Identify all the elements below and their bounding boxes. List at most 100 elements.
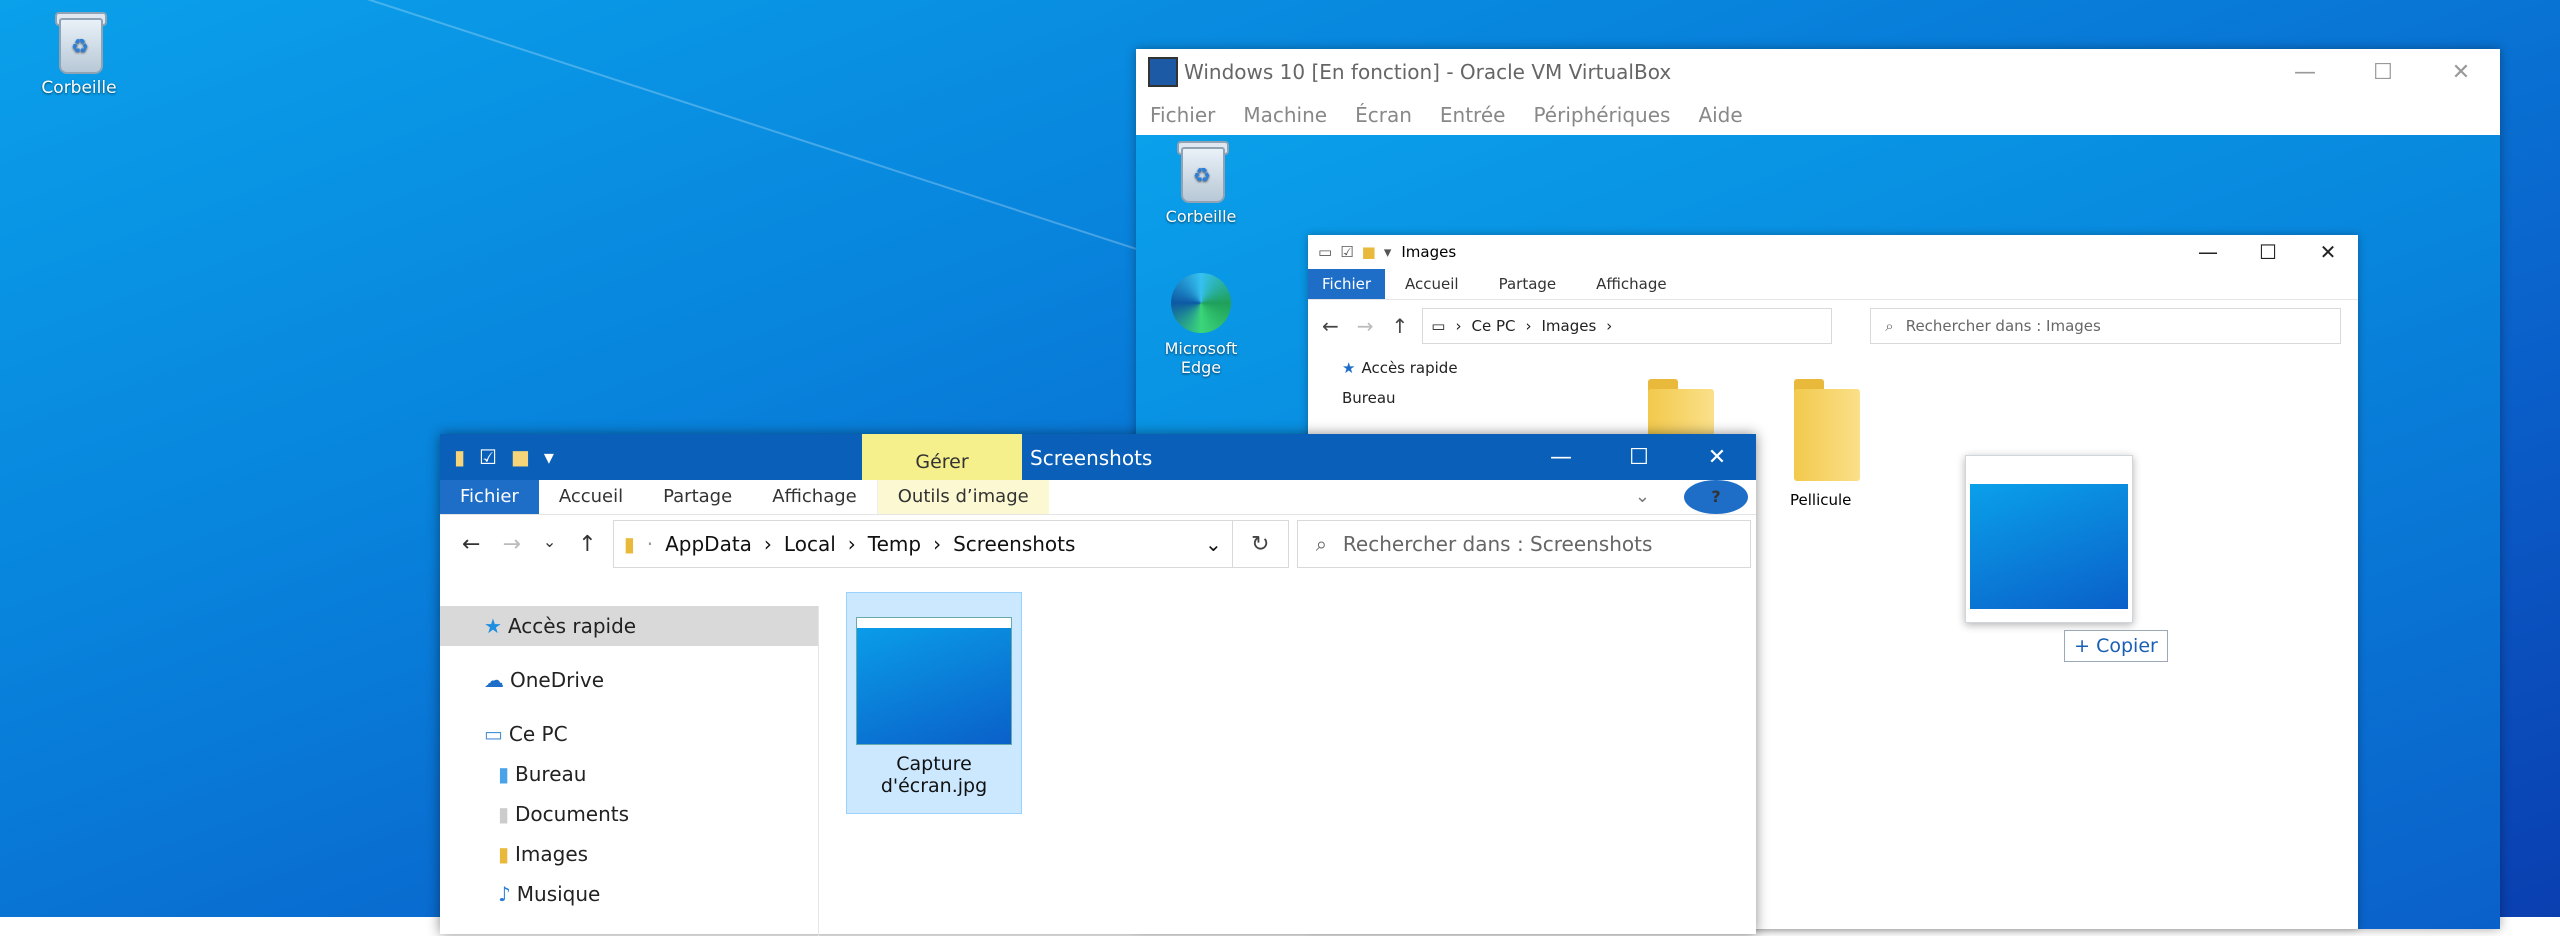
tab-fichier[interactable]: Fichier — [440, 480, 539, 514]
front-path[interactable]: ▮ · AppData › Local › Temp › Screenshots ⌄ — [612, 520, 1233, 568]
refresh-button[interactable]: ↻ — [1232, 520, 1289, 568]
nav-item-acces-rapide[interactable]: ★ Accès rapide — [1308, 353, 1598, 383]
back-icon[interactable]: ← — [462, 532, 480, 557]
forward-icon[interactable]: → — [1357, 314, 1374, 338]
inner-title: Images — [1401, 243, 1457, 261]
nav-label: Ce PC — [508, 722, 568, 746]
inner-path[interactable]: ▭ › Ce PC › Images › — [1422, 308, 1833, 344]
file-name-line1: Capture — [896, 753, 972, 775]
checkbox-icon[interactable]: ☑ — [479, 445, 497, 469]
breadcrumb-ce-pc[interactable]: Ce PC — [1471, 317, 1515, 335]
menu-ecran[interactable]: Écran — [1355, 103, 1412, 127]
chevron-down-icon[interactable]: ⌄ — [543, 532, 556, 557]
menu-entree[interactable]: Entrée — [1440, 103, 1506, 127]
help-icon[interactable]: ? — [1684, 480, 1748, 514]
recycle-bin-icon: ♻ — [1175, 139, 1229, 203]
nav-item-acces-rapide[interactable]: ★ Accès rapide — [440, 606, 818, 646]
tab-partage[interactable]: Partage — [1479, 275, 1577, 293]
tab-affichage[interactable]: Affichage — [1576, 275, 1686, 293]
cloud-icon: ☁ — [484, 668, 504, 692]
nav-item-onedrive[interactable]: ☁ OneDrive — [440, 660, 818, 700]
folder-icon[interactable]: ■ — [511, 445, 530, 469]
guest-icon-label: Microsoft Edge — [1164, 339, 1238, 377]
inner-addressbar: ← → ↑ ▭ › Ce PC › Images › ⌕ Rechercher dan… — [1308, 300, 2358, 352]
back-icon[interactable]: ← — [1322, 314, 1339, 338]
folder-pellicule[interactable]: Pellicule — [1790, 379, 1860, 509]
nav-item-bureau[interactable]: Bureau — [1308, 383, 1598, 413]
file-name-line2: d'écran.jpg — [880, 775, 988, 797]
tab-outils-image[interactable]: Outils d’image — [876, 480, 1049, 514]
menu-aide[interactable]: Aide — [1698, 103, 1742, 127]
nav-label: OneDrive — [510, 668, 605, 692]
close-button[interactable]: ✕ — [1678, 434, 1756, 480]
guest-icon-label: Corbeille — [1165, 207, 1237, 226]
tab-affichage[interactable]: Affichage — [752, 480, 877, 514]
nav-item-ce-pc[interactable]: ▭ Ce PC — [440, 714, 818, 754]
minimize-button[interactable]: — — [2178, 235, 2238, 269]
menu-fichier[interactable]: Fichier — [1150, 103, 1215, 127]
nav-label: Bureau — [515, 762, 587, 786]
up-icon[interactable]: ↑ — [578, 532, 596, 557]
image-thumbnail — [856, 617, 1012, 745]
menu-machine[interactable]: Machine — [1243, 103, 1327, 127]
forward-icon[interactable]: → — [502, 532, 520, 557]
desktop-recycle-bin[interactable]: ♻ Corbeille — [24, 10, 134, 98]
front-search-input[interactable]: ⌕ Rechercher dans : Screenshots — [1296, 520, 1751, 568]
desktop-icon-label: Corbeille — [41, 78, 117, 98]
file-capture-ecran[interactable]: Capture d'écran.jpg — [846, 592, 1022, 814]
close-button[interactable]: ✕ — [2422, 49, 2500, 95]
up-icon[interactable]: ↑ — [1392, 314, 1409, 338]
plus-icon: + — [2074, 635, 2091, 657]
maximize-button[interactable]: ☐ — [2344, 49, 2422, 95]
front-titlebar[interactable]: ▮ ☑ ■ ▾ Gérer Screenshots — ☐ ✕ — [440, 434, 1756, 480]
dropdown-icon[interactable]: ▾ — [544, 445, 554, 469]
pc-icon: ▭ — [1431, 317, 1446, 335]
vbox-title: Windows 10 [En fonction] - Oracle VM Vir… — [1184, 60, 1672, 84]
nav-label: Accès rapide — [1361, 359, 1458, 377]
maximize-button[interactable]: ☐ — [1600, 434, 1678, 480]
nav-label: Accès rapide — [507, 614, 637, 638]
nav-item-documents[interactable]: ▮ Documents — [440, 794, 818, 834]
vbox-titlebar[interactable]: Windows 10 [En fonction] - Oracle VM Vir… — [1136, 49, 2500, 95]
tab-partage[interactable]: Partage — [643, 480, 752, 514]
breadcrumb-temp[interactable]: Temp — [868, 532, 921, 556]
nav-item-images[interactable]: ▮ Images — [440, 834, 818, 874]
close-button[interactable]: ✕ — [2298, 235, 2358, 269]
chevron-down-icon[interactable]: ⌄ — [1615, 480, 1670, 514]
quick-access-toolbar: ▮ ☑ ■ ▾ — [454, 445, 554, 469]
nav-label: Images — [515, 842, 589, 866]
guest-edge[interactable]: Microsoft Edge — [1146, 273, 1256, 377]
edge-icon — [1171, 273, 1231, 333]
guest-recycle-bin[interactable]: ♻ Corbeille — [1146, 139, 1256, 226]
tab-accueil[interactable]: Accueil — [539, 480, 643, 514]
desktop: ♻ Corbeille Windows 10 [En fonction] - O… — [0, 0, 2560, 936]
breadcrumb-images[interactable]: Images — [1541, 317, 1596, 335]
dropdown-icon[interactable]: ▾ — [1384, 243, 1392, 261]
nav-item-bureau[interactable]: ▮ Bureau — [440, 754, 818, 794]
properties-icon[interactable]: ▭ — [1318, 243, 1332, 261]
inner-search-input[interactable]: ⌕ Rechercher dans : Images — [1870, 308, 2342, 344]
nav-label: Musique — [516, 882, 601, 906]
folder-icon[interactable]: ■ — [1362, 243, 1376, 261]
front-explorer-window[interactable]: ▮ ☑ ■ ▾ Gérer Screenshots — ☐ ✕ Fichier … — [440, 434, 1756, 936]
folder-icon[interactable]: ▮ — [454, 445, 465, 469]
tab-accueil[interactable]: Accueil — [1385, 275, 1479, 293]
minimize-button[interactable]: — — [2266, 49, 2344, 95]
breadcrumb-appdata[interactable]: AppData — [665, 532, 752, 556]
menu-peripheriques[interactable]: Périphériques — [1533, 103, 1670, 127]
checkbox-icon[interactable]: ☑ — [1340, 243, 1353, 261]
front-navpane: ★ Accès rapide ☁ OneDrive ▭ Ce PC ▮ Bureau ▮… — [440, 606, 819, 936]
inner-titlebar[interactable]: ▭ ☑ ■ ▾ Images — ☐ ✕ — [1308, 235, 2358, 269]
tab-fichier[interactable]: Fichier — [1308, 269, 1386, 299]
nav-label: Bureau — [1342, 389, 1396, 407]
maximize-button[interactable]: ☐ — [2238, 235, 2298, 269]
minimize-button[interactable]: — — [1522, 434, 1600, 480]
nav-item-musique[interactable]: ♪ Musique — [440, 874, 818, 914]
tab-gerer[interactable]: Gérer — [862, 434, 1022, 480]
chevron-down-icon[interactable]: ⌄ — [1205, 532, 1222, 556]
search-placeholder: Rechercher dans : Images — [1905, 317, 2101, 335]
breadcrumb-local[interactable]: Local — [784, 532, 836, 556]
front-title: Screenshots — [1030, 446, 1153, 470]
breadcrumb-screenshots[interactable]: Screenshots — [953, 532, 1075, 556]
star-icon: ★ — [1342, 359, 1356, 377]
